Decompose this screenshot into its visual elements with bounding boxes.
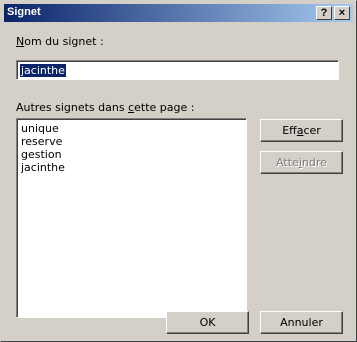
list-item[interactable]: reserve (21, 135, 62, 148)
list-item[interactable]: jacinthe (21, 161, 65, 174)
bookmark-name-value: jacinthe (20, 64, 66, 77)
bookmark-name-input[interactable]: jacinthe (16, 60, 339, 80)
delete-label-after: cer (303, 124, 321, 137)
delete-button[interactable]: Effacer (260, 119, 343, 142)
cancel-button[interactable]: Annuler (260, 311, 343, 334)
delete-label-before: Eff (282, 124, 297, 137)
list-item[interactable]: gestion (21, 148, 62, 161)
list-item[interactable]: unique (21, 122, 59, 135)
goto-button[interactable]: Atteindre (260, 151, 343, 174)
ok-button[interactable]: OK (166, 311, 249, 334)
bookmark-dialog: Signet ? × Nom du signet : jacinthe Autr… (0, 0, 357, 342)
goto-label-after: ndre (301, 156, 327, 169)
other-bookmarks-label-after: ette page : (134, 101, 195, 114)
other-bookmarks-label: Autres signets dans cette page : (16, 101, 194, 114)
bookmark-name-label-mnemonic: N (16, 35, 25, 48)
other-bookmarks-label-before: Autres signets dans (16, 101, 129, 114)
title-bar[interactable]: Signet ? × (4, 4, 353, 22)
window-title: Signet (7, 6, 41, 18)
goto-label-before: Atte (276, 156, 299, 169)
bookmarks-listbox[interactable]: unique reserve gestion jacinthe (16, 118, 247, 318)
help-button[interactable]: ? (316, 6, 332, 20)
bookmark-name-label: Nom du signet : (16, 35, 104, 48)
bookmark-name-label-text: om du signet : (24, 35, 104, 48)
close-button[interactable]: × (334, 6, 350, 20)
